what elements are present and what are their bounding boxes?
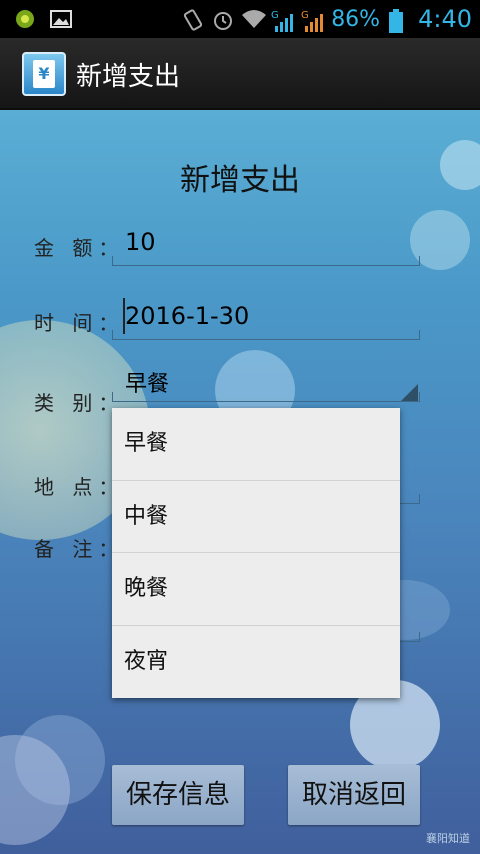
dropdown-item-late-snack[interactable]: 夜宵 (112, 626, 400, 699)
location-label: 地 点： (34, 475, 125, 499)
battery-percent: 86% (331, 6, 381, 32)
watermark: 襄阳知道 (426, 832, 470, 845)
time-underline (112, 330, 420, 340)
action-bar: ¥ 新增支出 (0, 38, 480, 110)
notification-icon (14, 8, 36, 30)
image-icon (50, 8, 72, 30)
yen-icon: ¥ (33, 60, 55, 88)
dropdown-item-dinner[interactable]: 晚餐 (112, 553, 400, 626)
signal-g-icon: G (271, 8, 294, 32)
wifi-icon (241, 8, 267, 30)
category-underline (112, 392, 420, 402)
battery-icon (388, 8, 410, 33)
category-dropdown: 早餐 中餐 晚餐 夜宵 (112, 408, 400, 698)
signal-g-icon: G (301, 8, 324, 32)
clock: 4:40 (418, 5, 472, 33)
time-label: 时 间： (34, 311, 125, 335)
text-cursor (123, 298, 125, 334)
dropdown-item-breakfast[interactable]: 早餐 (112, 408, 400, 481)
cancel-button[interactable]: 取消返回 (288, 765, 420, 825)
form-heading: 新增支出 (180, 163, 300, 198)
svg-text:G: G (301, 10, 309, 21)
app-icon[interactable]: ¥ (22, 52, 66, 96)
amount-input[interactable]: 10 (125, 228, 156, 256)
save-button[interactable]: 保存信息 (112, 765, 244, 825)
status-bar: G G 86% 4:40 (0, 0, 480, 38)
svg-text:G: G (271, 10, 279, 21)
time-input[interactable]: 2016-1-30 (125, 302, 249, 330)
category-label: 类 别： (34, 391, 125, 415)
note-label: 备 注： (34, 537, 125, 561)
action-bar-title: 新增支出 (76, 62, 181, 92)
vibrate-icon (181, 8, 203, 31)
amount-underline (112, 256, 420, 266)
alarm-icon (211, 8, 233, 30)
dropdown-item-lunch[interactable]: 中餐 (112, 481, 400, 553)
amount-label: 金 额： (34, 236, 125, 260)
